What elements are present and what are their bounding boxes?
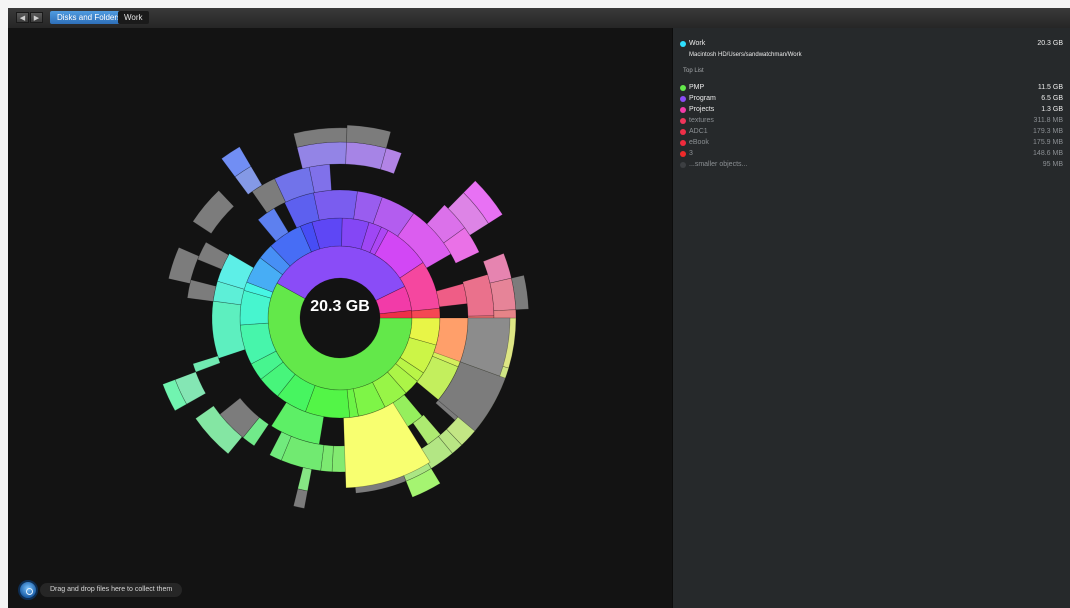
sunburst-chart[interactable] bbox=[8, 28, 672, 608]
item-size: 6.5 GB bbox=[1041, 95, 1063, 102]
sunburst-segment[interactable] bbox=[467, 315, 495, 319]
item-name: Program bbox=[689, 95, 716, 102]
sunburst-segment[interactable] bbox=[168, 246, 200, 284]
top-list-heading: Top List bbox=[683, 68, 704, 74]
item-size: 148.6 MB bbox=[1033, 150, 1063, 157]
sunburst-segment[interactable] bbox=[297, 467, 313, 492]
item-name: 3 bbox=[689, 150, 693, 157]
item-size: 1.3 GB bbox=[1041, 106, 1063, 113]
sunburst-segment[interactable] bbox=[313, 189, 358, 221]
sunburst-segment[interactable] bbox=[192, 355, 221, 373]
item-color-dot bbox=[680, 118, 686, 124]
sunburst-segment[interactable] bbox=[192, 190, 235, 234]
item-color-dot bbox=[680, 151, 686, 157]
item-size: 311.8 MB bbox=[1033, 117, 1063, 124]
item-name: Projects bbox=[689, 106, 715, 113]
drop-files-hint[interactable]: Drag and drop files here to collect them bbox=[40, 583, 183, 597]
sunburst-segment[interactable] bbox=[293, 488, 308, 509]
folder-path: Macintosh HD/Users/sandwatchman/Work bbox=[689, 52, 802, 58]
item-name: PMP bbox=[689, 84, 705, 91]
item-name: ...smaller objects... bbox=[689, 161, 748, 168]
item-color-dot bbox=[680, 107, 686, 113]
sunburst-segment[interactable] bbox=[296, 141, 347, 170]
item-size: 11.5 GB bbox=[1037, 84, 1063, 91]
item-size: 175.9 MB bbox=[1033, 139, 1063, 146]
app-window: ◀ ▶ Disks and Folders Work 20.3 GB Drag … bbox=[8, 8, 1070, 608]
sunburst-segment[interactable] bbox=[493, 309, 517, 319]
collect-icon[interactable] bbox=[18, 580, 38, 600]
folder-title: Work bbox=[689, 40, 706, 47]
breadcrumb-work[interactable]: Work bbox=[118, 11, 149, 24]
toolbar: ◀ ▶ Disks and Folders Work bbox=[8, 8, 1070, 29]
folder-color-dot bbox=[680, 41, 686, 47]
item-name: textures bbox=[689, 117, 714, 124]
sunburst-segment[interactable] bbox=[186, 279, 217, 302]
back-icon[interactable]: ◀ bbox=[16, 12, 29, 23]
item-name: ADC1 bbox=[689, 128, 708, 135]
info-sidebar: Work 20.3 GB Macintosh HD/Users/sandwatc… bbox=[672, 28, 1070, 608]
item-size: 179.3 MB bbox=[1033, 128, 1063, 135]
sunburst-segment[interactable] bbox=[435, 283, 468, 308]
item-name: eBook bbox=[689, 139, 709, 146]
forward-icon[interactable]: ▶ bbox=[30, 12, 43, 23]
item-color-dot bbox=[680, 162, 686, 168]
item-color-dot bbox=[680, 129, 686, 135]
sunburst-segment[interactable] bbox=[211, 300, 246, 359]
item-size: 95 MB bbox=[1042, 161, 1063, 168]
sunburst-chart-area: 20.3 GB Drag and drop files here to coll… bbox=[8, 28, 672, 608]
sunburst-segment[interactable] bbox=[489, 277, 517, 312]
folder-size: 20.3 GB bbox=[1037, 40, 1063, 47]
item-color-dot bbox=[680, 140, 686, 146]
item-color-dot bbox=[680, 96, 686, 102]
item-color-dot bbox=[680, 85, 686, 91]
